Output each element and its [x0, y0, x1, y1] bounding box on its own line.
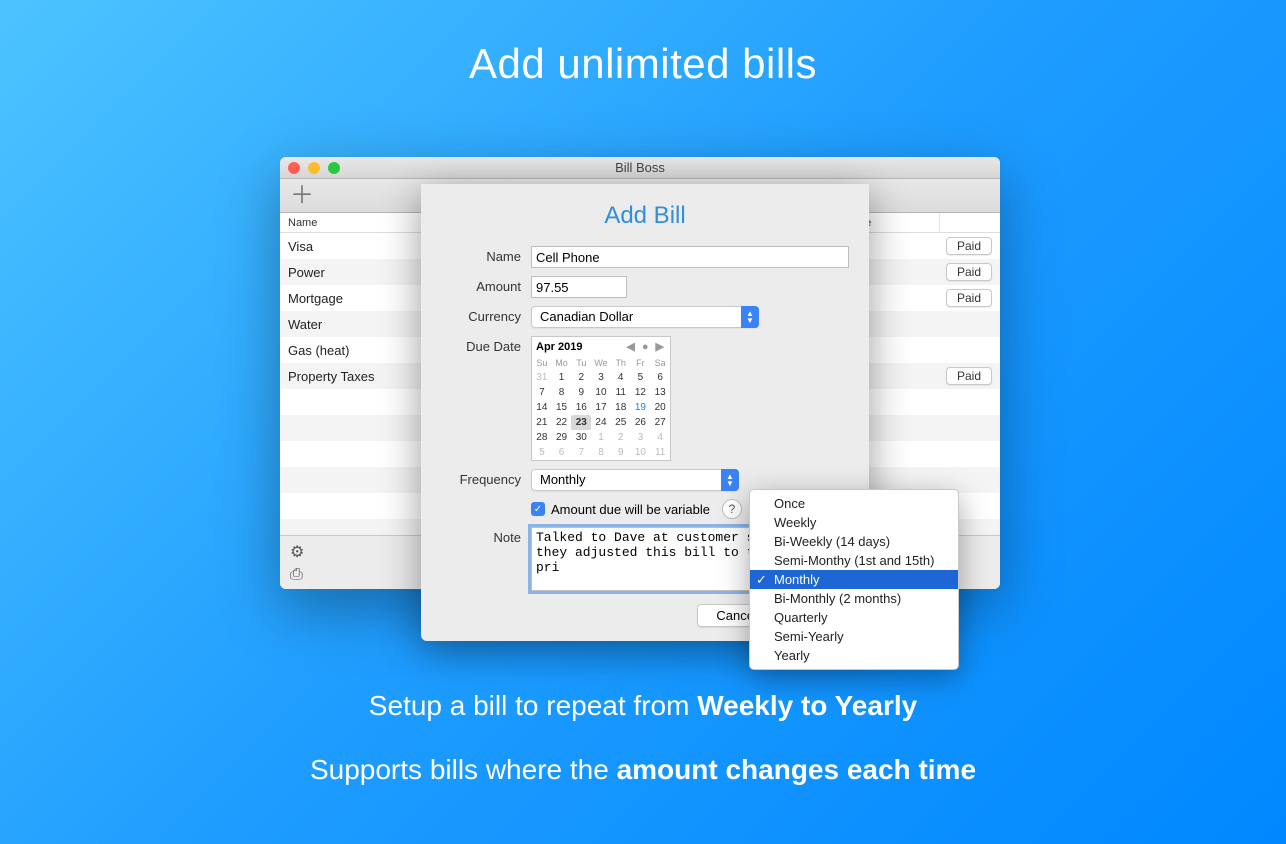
calendar-day[interactable]: 4: [611, 370, 631, 385]
calendar-day[interactable]: 23: [571, 415, 591, 430]
calendar-day[interactable]: 8: [591, 445, 611, 460]
calendar-day[interactable]: 21: [532, 415, 552, 430]
calendar-dow: We: [591, 356, 611, 370]
caption-repeat: Setup a bill to repeat from Weekly to Ye…: [0, 690, 1286, 722]
hero-title: Add unlimited bills: [0, 40, 1286, 88]
amount-input[interactable]: [531, 276, 627, 298]
calendar-day[interactable]: 10: [591, 385, 611, 400]
calendar-dow: Su: [532, 356, 552, 370]
calendar-day[interactable]: 16: [571, 400, 591, 415]
paid-button[interactable]: Paid: [946, 237, 992, 255]
frequency-option[interactable]: Once: [750, 494, 958, 513]
due-date-calendar[interactable]: Apr 2019 ◀ ● ▶ SuMoTuWeThFrSa31123456789…: [531, 336, 671, 461]
chevron-updown-icon: ▲▼: [741, 306, 759, 328]
calendar-day[interactable]: 18: [611, 400, 631, 415]
calendar-day[interactable]: 25: [611, 415, 631, 430]
calendar-day[interactable]: 12: [631, 385, 651, 400]
label-name: Name: [441, 246, 531, 264]
paid-button[interactable]: Paid: [946, 367, 992, 385]
calendar-day[interactable]: 10: [631, 445, 651, 460]
calendar-day[interactable]: 27: [650, 415, 670, 430]
frequency-option[interactable]: Monthly: [750, 570, 958, 589]
frequency-option[interactable]: Yearly: [750, 646, 958, 665]
variable-amount-checkbox[interactable]: ✓: [531, 502, 545, 516]
calendar-day[interactable]: 28: [532, 430, 552, 445]
calendar-day[interactable]: 1: [552, 370, 572, 385]
calendar-day[interactable]: 31: [532, 370, 552, 385]
calendar-day[interactable]: 19: [631, 400, 651, 415]
caption-variable: Supports bills where the amount changes …: [0, 754, 1286, 786]
calendar-day[interactable]: 3: [591, 370, 611, 385]
calendar-day[interactable]: 9: [611, 445, 631, 460]
label-due-date: Due Date: [441, 336, 531, 354]
calendar-day[interactable]: 7: [571, 445, 591, 460]
calendar-day[interactable]: 6: [552, 445, 572, 460]
calendar-day[interactable]: 22: [552, 415, 572, 430]
frequency-select[interactable]: Monthly ▲▼: [531, 469, 739, 491]
calendar-day[interactable]: 8: [552, 385, 572, 400]
calendar-day[interactable]: 11: [650, 445, 670, 460]
calendar-nav[interactable]: ◀ ● ▶: [626, 340, 666, 353]
window-title: Bill Boss: [280, 160, 1000, 175]
add-bill-icon[interactable]: ＋: [290, 184, 314, 208]
frequency-menu[interactable]: OnceWeeklyBi-Weekly (14 days)Semi-Monthy…: [749, 489, 959, 670]
calendar-dow: Mo: [552, 356, 572, 370]
label-frequency: Frequency: [441, 469, 531, 487]
calendar-day[interactable]: 1: [591, 430, 611, 445]
window-titlebar: Bill Boss: [280, 157, 1000, 179]
calendar-day[interactable]: 9: [571, 385, 591, 400]
calendar-day[interactable]: 2: [611, 430, 631, 445]
frequency-option[interactable]: Bi-Weekly (14 days): [750, 532, 958, 551]
calendar-day[interactable]: 17: [591, 400, 611, 415]
calendar-day[interactable]: 5: [532, 445, 552, 460]
calendar-day[interactable]: 7: [532, 385, 552, 400]
name-input[interactable]: [531, 246, 849, 268]
currency-select[interactable]: Canadian Dollar ▲▼: [531, 306, 759, 328]
frequency-option[interactable]: Bi-Monthly (2 months): [750, 589, 958, 608]
calendar-day[interactable]: 6: [650, 370, 670, 385]
frequency-option[interactable]: Quarterly: [750, 608, 958, 627]
chevron-updown-icon: ▲▼: [721, 469, 739, 491]
calendar-day[interactable]: 20: [650, 400, 670, 415]
label-amount: Amount: [441, 276, 531, 294]
calendar-day[interactable]: 14: [532, 400, 552, 415]
paid-button[interactable]: Paid: [946, 289, 992, 307]
variable-amount-label: Amount due will be variable: [551, 502, 710, 517]
calendar-day[interactable]: 5: [631, 370, 651, 385]
calendar-day[interactable]: 29: [552, 430, 572, 445]
frequency-option[interactable]: Semi-Yearly: [750, 627, 958, 646]
calendar-dow: Th: [611, 356, 631, 370]
label-currency: Currency: [441, 306, 531, 324]
frequency-option[interactable]: Semi-Monthy (1st and 15th): [750, 551, 958, 570]
sheet-title: Add Bill: [441, 202, 849, 230]
calendar-day[interactable]: 2: [571, 370, 591, 385]
frequency-option[interactable]: Weekly: [750, 513, 958, 532]
calendar-day[interactable]: 30: [571, 430, 591, 445]
calendar-month: Apr 2019: [536, 341, 582, 353]
paid-button[interactable]: Paid: [946, 263, 992, 281]
calendar-day[interactable]: 3: [631, 430, 651, 445]
calendar-day[interactable]: 11: [611, 385, 631, 400]
calendar-day[interactable]: 13: [650, 385, 670, 400]
calendar-day[interactable]: 15: [552, 400, 572, 415]
calendar-day[interactable]: 4: [650, 430, 670, 445]
calendar-dow: Fr: [631, 356, 651, 370]
calendar-dow: Sa: [650, 356, 670, 370]
calendar-dow: Tu: [571, 356, 591, 370]
calendar-day[interactable]: 24: [591, 415, 611, 430]
calendar-day[interactable]: 26: [631, 415, 651, 430]
label-note: Note: [441, 527, 531, 545]
help-icon[interactable]: ?: [722, 499, 742, 519]
